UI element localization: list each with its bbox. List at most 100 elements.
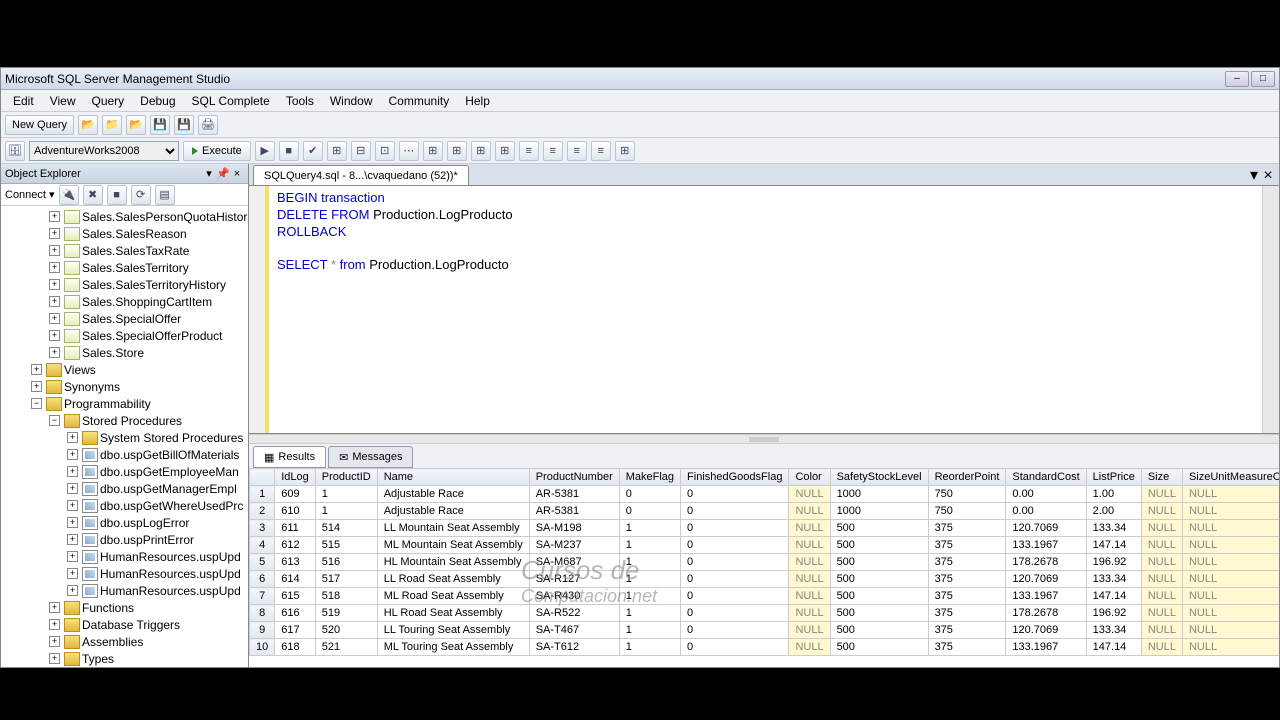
table-row[interactable]: 26101Adjustable RaceAR-538100NULL1000750… — [250, 503, 1280, 520]
cell[interactable]: 0 — [681, 571, 789, 588]
code-area[interactable]: BEGIN transaction DELETE FROM Production… — [269, 186, 1262, 433]
toolbtn-4[interactable]: ⋯ — [399, 141, 419, 161]
cell[interactable]: SA-T467 — [529, 622, 619, 639]
toolbtn-6[interactable]: ⊞ — [447, 141, 467, 161]
cell[interactable]: NULL — [789, 520, 830, 537]
expand-icon[interactable]: + — [49, 347, 60, 358]
cell[interactable]: NULL — [1182, 537, 1279, 554]
cell[interactable]: 516 — [315, 554, 377, 571]
expand-icon[interactable]: + — [49, 245, 60, 256]
cell[interactable]: SA-R430 — [529, 588, 619, 605]
tab-results[interactable]: ▦Results — [253, 446, 326, 468]
cell[interactable]: 1 — [619, 622, 680, 639]
cell[interactable]: 375 — [928, 588, 1006, 605]
stop-icon-2[interactable]: ■ — [107, 185, 127, 205]
cell[interactable]: 0 — [619, 486, 680, 503]
cell[interactable]: AR-5381 — [529, 486, 619, 503]
cell[interactable]: NULL — [1182, 622, 1279, 639]
cell[interactable]: 1 — [619, 554, 680, 571]
cell[interactable]: 0.00 — [1006, 503, 1086, 520]
cell[interactable]: SA-M198 — [529, 520, 619, 537]
tab-sqlquery4[interactable]: SQLQuery4.sql - 8...\cvaquedano (52))* — [253, 165, 469, 185]
connect-icon[interactable]: 🔌 — [59, 185, 79, 205]
parse-icon[interactable]: ✔ — [303, 141, 323, 161]
cell[interactable]: 618 — [275, 639, 316, 656]
cell[interactable]: NULL — [1182, 520, 1279, 537]
expand-icon[interactable]: + — [67, 449, 78, 460]
expand-icon[interactable]: + — [49, 619, 60, 630]
cell[interactable]: 133.34 — [1086, 520, 1141, 537]
menu-query[interactable]: Query — [83, 92, 132, 110]
cell[interactable]: 1 — [315, 486, 377, 503]
toolbtn-9[interactable]: ⊞ — [615, 141, 635, 161]
comment-icon[interactable]: ≡ — [567, 141, 587, 161]
cell[interactable]: LL Touring Seat Assembly — [377, 622, 529, 639]
cell[interactable]: 1 — [619, 537, 680, 554]
col-header[interactable]: Name — [377, 469, 529, 486]
cell[interactable]: 1.00 — [1086, 486, 1141, 503]
cell[interactable]: SA-M687 — [529, 554, 619, 571]
close-tab-icon[interactable]: × — [1261, 167, 1275, 185]
expand-icon[interactable]: + — [67, 568, 78, 579]
db-icon[interactable]: 🗄 — [5, 141, 25, 161]
cell[interactable]: 1 — [619, 639, 680, 656]
cell[interactable]: 375 — [928, 605, 1006, 622]
cell[interactable]: 0.00 — [1006, 486, 1086, 503]
cell[interactable]: HL Road Seat Assembly — [377, 605, 529, 622]
cell[interactable]: 500 — [830, 639, 928, 656]
cell[interactable]: NULL — [789, 622, 830, 639]
cell[interactable]: NULL — [1141, 605, 1182, 622]
cell[interactable]: NULL — [789, 537, 830, 554]
cell[interactable]: 521 — [315, 639, 377, 656]
cell[interactable]: 0 — [681, 639, 789, 656]
titlebar[interactable]: Microsoft SQL Server Management Studio –… — [1, 68, 1279, 90]
editor-scrollbar[interactable] — [1262, 186, 1279, 433]
cell[interactable]: NULL — [1141, 503, 1182, 520]
col-header[interactable]: Color — [789, 469, 830, 486]
expand-icon[interactable]: + — [67, 466, 78, 477]
cell[interactable]: NULL — [789, 639, 830, 656]
cell[interactable]: 514 — [315, 520, 377, 537]
cell[interactable]: SA-R522 — [529, 605, 619, 622]
stop-icon[interactable]: ■ — [279, 141, 299, 161]
cell[interactable]: NULL — [1141, 486, 1182, 503]
cell[interactable]: 0 — [681, 520, 789, 537]
print-icon[interactable]: 🖨 — [198, 115, 218, 135]
table-row[interactable]: 4612515ML Mountain Seat AssemblySA-M2371… — [250, 537, 1280, 554]
cell[interactable]: 178.2678 — [1006, 605, 1086, 622]
cell[interactable]: NULL — [1182, 503, 1279, 520]
expand-icon[interactable]: + — [67, 432, 78, 443]
toolbtn-8[interactable]: ⊞ — [495, 141, 515, 161]
cell[interactable]: 750 — [928, 486, 1006, 503]
cell[interactable]: ML Road Seat Assembly — [377, 588, 529, 605]
menu-window[interactable]: Window — [322, 92, 381, 110]
col-header[interactable]: ProductID — [315, 469, 377, 486]
cell[interactable]: 375 — [928, 554, 1006, 571]
col-header[interactable]: SafetyStockLevel — [830, 469, 928, 486]
cell[interactable]: 0 — [681, 554, 789, 571]
open-project-icon[interactable]: 📁 — [102, 115, 122, 135]
expand-icon[interactable]: + — [49, 653, 60, 664]
cell[interactable]: 611 — [275, 520, 316, 537]
cell[interactable]: 133.1967 — [1006, 639, 1086, 656]
execute-button[interactable]: Execute — [183, 141, 251, 161]
new-query-button[interactable]: New Query — [5, 115, 74, 135]
expand-icon[interactable]: + — [67, 517, 78, 528]
table-row[interactable]: 16091Adjustable RaceAR-538100NULL1000750… — [250, 486, 1280, 503]
toolbtn-2[interactable]: ⊟ — [351, 141, 371, 161]
uncomment-icon[interactable]: ≡ — [591, 141, 611, 161]
expand-icon[interactable]: + — [67, 500, 78, 511]
collapse-icon[interactable]: − — [31, 398, 42, 409]
cell[interactable]: ML Touring Seat Assembly — [377, 639, 529, 656]
collapse-icon[interactable]: − — [49, 415, 60, 426]
cell[interactable]: 1 — [315, 503, 377, 520]
cell[interactable]: 120.7069 — [1006, 622, 1086, 639]
col-header[interactable]: FinishedGoodsFlag — [681, 469, 789, 486]
cell[interactable]: 518 — [315, 588, 377, 605]
cell[interactable]: 519 — [315, 605, 377, 622]
cell[interactable]: 375 — [928, 571, 1006, 588]
menu-sqlcomplete[interactable]: SQL Complete — [184, 92, 278, 110]
cell[interactable]: 1 — [619, 588, 680, 605]
filter-icon[interactable]: ▤ — [155, 185, 175, 205]
cell[interactable]: NULL — [1182, 554, 1279, 571]
